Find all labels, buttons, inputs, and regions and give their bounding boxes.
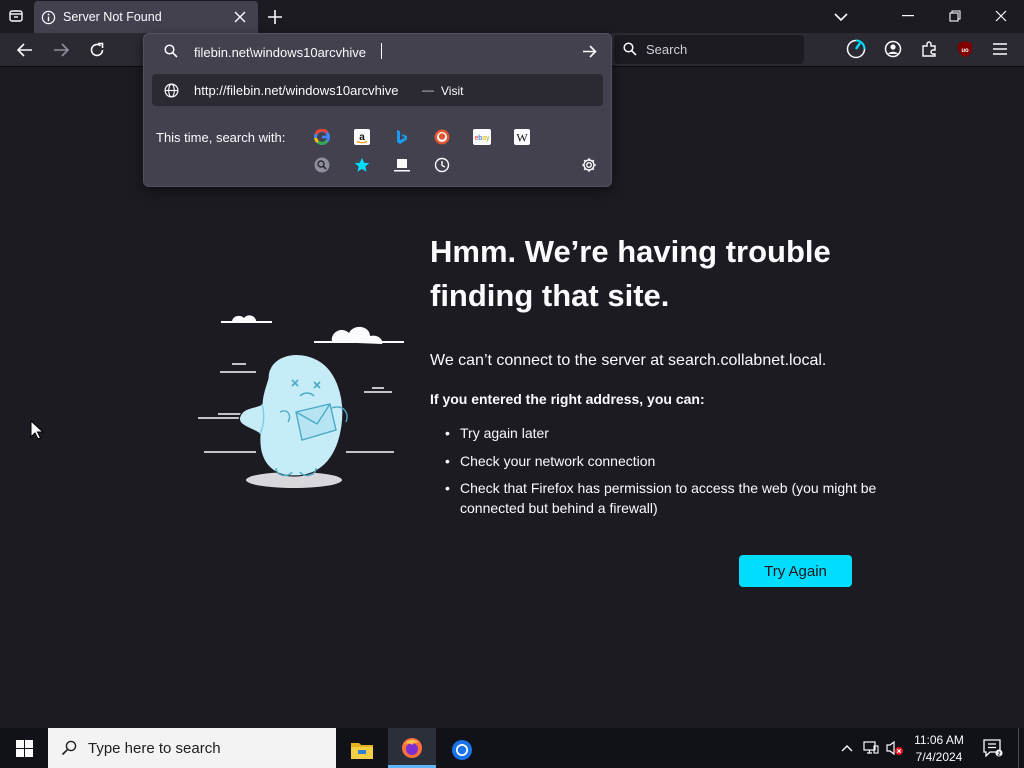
volume-muted-icon[interactable] [884,738,906,758]
svg-text:W: W [516,131,528,145]
tabs-icon[interactable] [392,155,412,175]
show-desktop-button[interactable] [1018,728,1019,768]
globe-icon [163,82,179,98]
show-hidden-icons-chevron-icon[interactable] [838,738,856,758]
bookmarks-star-icon[interactable] [352,155,372,175]
search-history-icon[interactable] [312,155,332,175]
forward-button[interactable] [50,39,72,61]
google-icon[interactable] [312,127,332,147]
suggestion-url: http://filebin.net/windows10arcvhive [194,83,399,98]
windows-start-icon[interactable] [12,738,36,758]
list-item: Check that Firefox has permission to acc… [445,478,880,518]
error-help-heading: If you entered the right address, you ca… [430,391,705,407]
firefox-icon [400,736,424,760]
list-all-tabs-icon[interactable] [831,7,851,27]
network-icon[interactable] [861,738,881,758]
url-suggestion-row[interactable]: http://filebin.net/windows10arcvhive — V… [152,74,603,106]
ebay-icon[interactable]: ebay [472,127,492,147]
tab-title: Server Not Found [63,10,162,24]
taskbar-search-box[interactable]: Type here to search [48,728,336,768]
speed-dial-icon[interactable] [845,38,867,60]
chrome-icon[interactable] [442,732,482,768]
svg-text:y: y [486,135,490,142]
wikipedia-icon[interactable]: W [512,127,532,147]
svg-text:2: 2 [997,751,1000,757]
error-description: We can’t connect to the server at search… [430,352,827,369]
text-cursor [381,43,382,59]
firefox-taskbar-button[interactable] [388,728,436,768]
clock[interactable]: 11:06 AM 7/4/2024 [908,731,970,765]
ublock-origin-icon[interactable]: uo [954,38,976,60]
clock-date: 7/4/2024 [915,750,963,764]
error-title: Hmm. We’re having trouble finding that s… [430,234,831,313]
suggestion-action: Visit [441,84,464,98]
account-icon[interactable] [882,38,904,60]
taskbar-search-placeholder: Type here to search [88,740,221,757]
duckduckgo-icon[interactable] [432,127,452,147]
try-again-button[interactable]: Try Again [739,555,852,587]
notifications-icon[interactable]: 2 [980,737,1006,759]
file-explorer-icon[interactable] [342,732,382,768]
urlbar-dropdown: filebin.net\windows10arcvhive http://fil… [143,33,612,187]
mouse-pointer-icon [30,419,45,440]
search-icon [162,42,180,60]
history-clock-icon[interactable] [432,155,452,175]
go-arrow-icon[interactable] [579,41,599,61]
close-tab-icon[interactable] [232,9,248,25]
restore-button[interactable] [943,6,967,26]
app-menu-icon[interactable] [989,38,1011,60]
list-item: Check your network connection [445,451,880,471]
search-icon [622,41,638,57]
svg-text:a: a [359,132,365,143]
info-icon [40,9,56,25]
reload-button[interactable] [86,39,108,61]
search-settings-gear-icon[interactable] [579,155,599,175]
search-icon [60,739,78,757]
new-tab-button[interactable] [265,7,285,27]
error-illustration [196,308,408,492]
list-item: Try again later [445,423,880,443]
extensions-icon[interactable] [918,38,940,60]
search-placeholder: Search [646,42,688,57]
svg-text:uo: uo [961,48,969,54]
back-button[interactable] [14,39,36,61]
suggestion-separator: — [422,83,434,97]
url-input[interactable]: filebin.net\windows10arcvhive [194,45,366,60]
amazon-icon[interactable]: a [352,127,372,147]
minimize-button[interactable] [896,6,920,26]
tab-strip: Server Not Found [0,0,1024,33]
firefox-view-icon[interactable] [6,6,26,26]
close-window-button[interactable] [989,6,1013,26]
tab-server-not-found[interactable]: Server Not Found [34,1,258,33]
clock-time: 11:06 AM [914,733,964,747]
bing-icon[interactable] [392,127,412,147]
error-suggestions-list: Try again later Check your network conne… [430,423,880,526]
search-bar[interactable]: Search [614,35,804,64]
search-with-label: This time, search with: [156,130,286,145]
